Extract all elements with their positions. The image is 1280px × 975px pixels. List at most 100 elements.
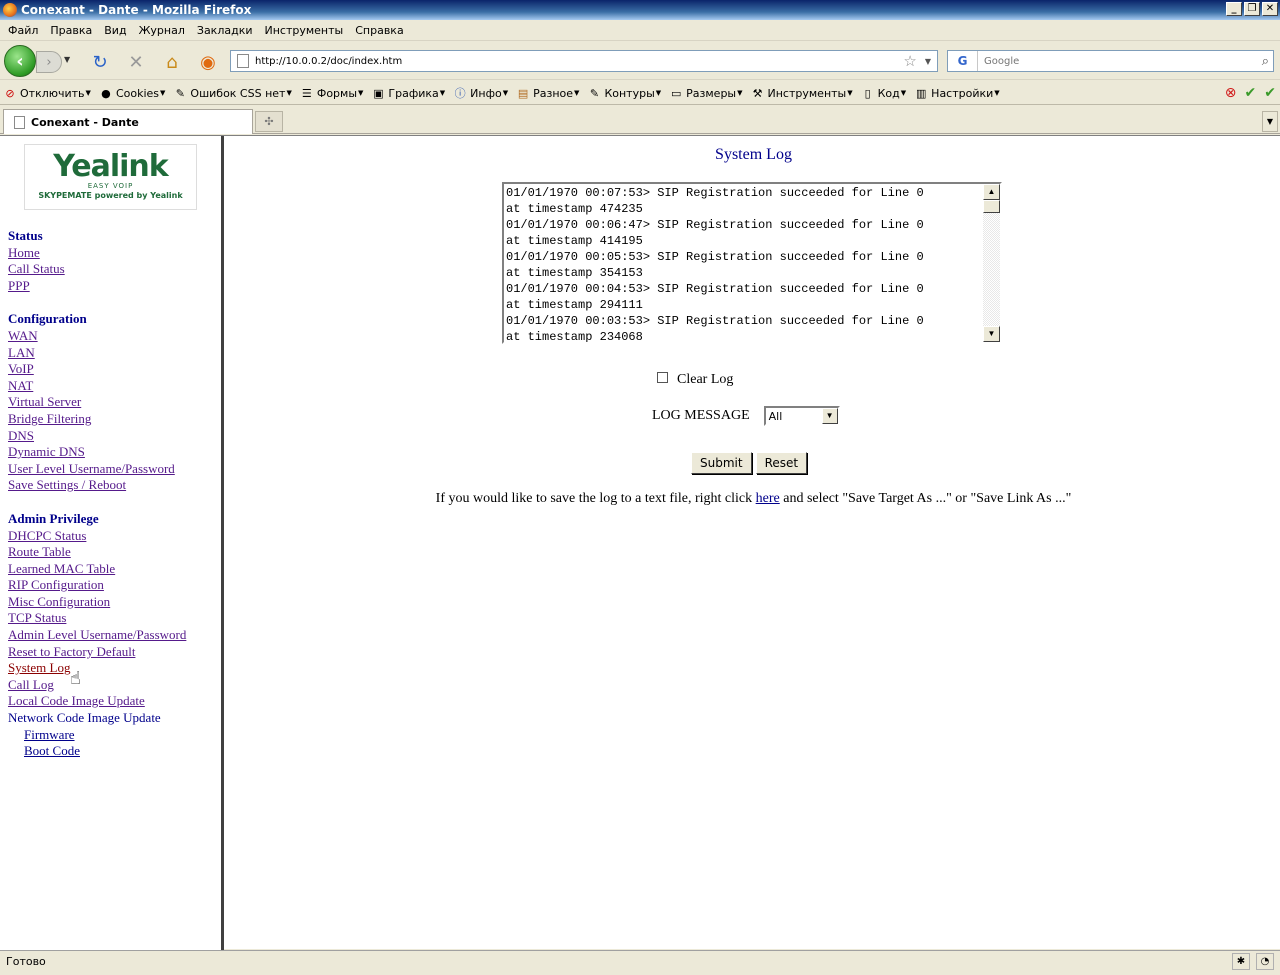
reset-button[interactable]: Reset: [755, 452, 808, 474]
page-title: System Log: [715, 146, 792, 163]
menu-edit[interactable]: Правка: [44, 24, 98, 37]
nav-link-dynamic-dns[interactable]: Dynamic DNS: [8, 444, 186, 461]
chevron-down-icon[interactable]: ▼: [821, 408, 838, 424]
back-button[interactable]: ‹: [4, 45, 36, 77]
menu-file[interactable]: Файл: [2, 24, 44, 37]
nav-link-virtual-server[interactable]: Virtual Server: [8, 394, 186, 411]
minimize-icon[interactable]: _: [1226, 2, 1242, 16]
nav-link-wan[interactable]: WAN: [8, 328, 186, 345]
scroll-down-icon[interactable]: ▼: [983, 326, 1000, 342]
nav-link-route-table[interactable]: Route Table: [8, 544, 186, 561]
nav-link-mac-table[interactable]: Learned MAC Table: [8, 561, 186, 578]
outline-icon: ✎: [589, 86, 600, 100]
log-message-select[interactable]: All ▼: [763, 406, 840, 426]
save-log-link[interactable]: here: [756, 491, 780, 506]
nav-link-misc-configuration[interactable]: Misc Configuration: [8, 594, 186, 611]
stop-icon[interactable]: ✕: [126, 52, 146, 73]
nav-link-ppp[interactable]: PPP: [8, 278, 186, 295]
tab-bar: Conexant - Dante ✣ ▼: [0, 106, 1280, 134]
status-bar: Готово ✱ ◔: [0, 950, 1280, 972]
log-line: 01/01/1970 00:03:53> SIP Registration su…: [506, 314, 924, 328]
forward-button[interactable]: ›: [36, 51, 62, 73]
nav-network-image-update[interactable]: Network Code Image Update: [8, 710, 186, 727]
nav-link-local-image-update[interactable]: Local Code Image Update: [8, 693, 186, 710]
devbar-images[interactable]: ▣ Графика ▼: [371, 86, 445, 100]
forward-arrow-icon: ›: [46, 54, 52, 70]
nav-link-admin-password[interactable]: Admin Level Username/Password: [8, 627, 186, 644]
nav-link-rip-configuration[interactable]: RIP Configuration: [8, 577, 186, 594]
back-arrow-icon: ‹: [16, 50, 24, 72]
addon-icon[interactable]: ✱: [1232, 953, 1250, 970]
devbar-misc[interactable]: ▤ Разное ▼: [516, 86, 580, 100]
nav-link-user-password[interactable]: User Level Username/Password: [8, 461, 186, 478]
nav-link-home[interactable]: Home: [8, 245, 186, 262]
window-titlebar: Conexant - Dante - Mozilla Firefox _ ❐ ✕: [0, 0, 1280, 20]
devbar-forms[interactable]: ☰ Формы ▼: [300, 86, 364, 100]
nav-link-factory-reset[interactable]: Reset to Factory Default: [8, 644, 186, 661]
feed-icon[interactable]: ◔: [1256, 953, 1274, 970]
system-log-textarea[interactable]: 01/01/1970 00:07:53> SIP Registration su…: [502, 182, 1002, 344]
devbar-tools[interactable]: ⚒ Инструменты ▼: [751, 86, 853, 100]
nav-link-call-status[interactable]: Call Status: [8, 261, 186, 278]
devbar-outline[interactable]: ✎ Контуры ▼: [587, 86, 661, 100]
bookmark-star-icon[interactable]: ☆: [903, 52, 916, 70]
nav-link-tcp-status[interactable]: TCP Status: [8, 610, 186, 627]
nav-link-nat[interactable]: NAT: [8, 378, 186, 395]
devbar-cookies[interactable]: ● Cookies ▼: [99, 86, 165, 100]
devbar-options[interactable]: ▥ Настройки ▼: [914, 86, 1000, 100]
address-bar[interactable]: http://10.0.0.2/doc/index.htm ☆ ▼: [230, 50, 938, 72]
nav-link-lan[interactable]: LAN: [8, 345, 186, 362]
clear-log-label: Clear Log: [677, 372, 734, 387]
rss-icon[interactable]: ◉: [198, 52, 218, 73]
devbar-source[interactable]: ▯ Код ▼: [861, 86, 907, 100]
google-engine-icon[interactable]: G: [948, 51, 978, 71]
close-icon[interactable]: ✕: [1262, 2, 1278, 16]
nav-link-voip[interactable]: VoIP: [8, 361, 186, 378]
logo-brand: Yealink: [53, 149, 168, 184]
scroll-up-icon[interactable]: ▲: [983, 184, 1000, 200]
menu-view[interactable]: Вид: [98, 24, 132, 37]
restore-icon[interactable]: ❐: [1244, 2, 1260, 16]
scroll-thumb[interactable]: [983, 200, 1000, 213]
menu-tools[interactable]: Инструменты: [259, 24, 350, 37]
nav-link-dns[interactable]: DNS: [8, 428, 186, 445]
history-dropdown-icon[interactable]: ▼: [64, 55, 70, 64]
cookies-icon: ●: [101, 86, 111, 100]
sidebar: Yealink EASY VOIP SKYPEMATE powered by Y…: [0, 136, 224, 950]
submit-button[interactable]: Submit: [691, 452, 752, 474]
url-dropdown-icon[interactable]: ▼: [925, 57, 931, 66]
nav-link-boot-code[interactable]: Boot Code: [8, 743, 186, 760]
home-icon[interactable]: ⌂: [162, 52, 182, 73]
devbar-info[interactable]: ⓘ Инфо ▼: [453, 86, 508, 101]
log-scrollbar[interactable]: ▲ ▼: [983, 184, 1000, 342]
menu-bookmarks[interactable]: Закладки: [191, 24, 259, 37]
devbar-css[interactable]: ✎ Ошибок CSS нет ▼: [173, 86, 292, 100]
nav-link-firmware[interactable]: Firmware: [8, 727, 186, 744]
search-bar[interactable]: G ⌕: [947, 50, 1274, 72]
valid-css-icon[interactable]: ✔: [1245, 85, 1257, 101]
section-status-title: Status: [8, 228, 43, 243]
clear-log-checkbox[interactable]: [657, 371, 668, 383]
devbar-resize[interactable]: ▭ Размеры ▼: [669, 86, 743, 100]
menu-history[interactable]: Журнал: [133, 24, 191, 37]
tab-conexant-dante[interactable]: Conexant - Dante: [3, 109, 253, 134]
search-icon[interactable]: ⌕: [1262, 54, 1269, 69]
misc-icon: ▤: [517, 86, 529, 100]
menu-help[interactable]: Справка: [349, 24, 409, 37]
error-icon[interactable]: ⊗: [1225, 85, 1237, 101]
nav-link-bridge-filtering[interactable]: Bridge Filtering: [8, 411, 186, 428]
logo-subtitle: SKYPEMATE powered by Yealink: [38, 191, 183, 200]
log-line: 01/01/1970 00:05:53> SIP Registration su…: [506, 250, 924, 264]
nav-link-call-log[interactable]: Call Log: [8, 677, 186, 694]
devbar-disable[interactable]: ⊘ Отключить ▼: [3, 86, 91, 100]
tab-list-button[interactable]: ▼: [1262, 111, 1278, 132]
reload-icon[interactable]: ↻: [90, 52, 110, 73]
url-text[interactable]: http://10.0.0.2/doc/index.htm: [255, 56, 903, 67]
new-tab-button[interactable]: ✣: [255, 111, 283, 132]
nav-link-dhcpc-status[interactable]: DHCPC Status: [8, 528, 186, 545]
valid-html-icon[interactable]: ✔: [1264, 85, 1276, 101]
nav-link-save-reboot[interactable]: Save Settings / Reboot: [8, 477, 186, 494]
search-input[interactable]: [978, 55, 1262, 67]
nav-link-system-log[interactable]: System Log: [8, 660, 186, 677]
web-developer-toolbar: ⊘ Отключить ▼ ● Cookies ▼ ✎ Ошибок CSS нет ▼ ☰…: [0, 82, 1280, 105]
